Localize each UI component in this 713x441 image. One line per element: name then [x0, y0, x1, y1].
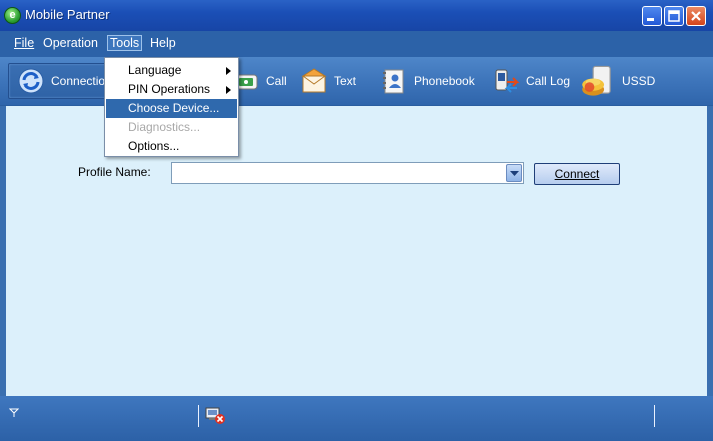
ussd-button[interactable]: USSD	[580, 63, 655, 99]
call-log-label: Call Log	[526, 74, 571, 88]
tools-menu-dropdown: Language PIN Operations Choose Device...…	[104, 57, 239, 157]
ussd-label: USSD	[622, 74, 656, 88]
text-button[interactable]: Text	[300, 63, 356, 99]
phonebook-button[interactable]: Phonebook	[380, 63, 475, 99]
signal-strength-icon	[9, 408, 19, 417]
menu-bar: File Operation Tools Help	[0, 31, 713, 57]
menu-item-choose-device[interactable]: Choose Device...	[106, 99, 237, 118]
menu-item-label: PIN Operations	[128, 82, 211, 96]
envelope-icon	[301, 68, 327, 93]
menu-item-label: Choose Device...	[128, 101, 220, 115]
chevron-down-icon	[510, 171, 519, 176]
menu-item-label: Diagnostics...	[128, 120, 201, 134]
profile-dropdown-button[interactable]	[506, 164, 522, 182]
call-log-icon	[495, 69, 520, 93]
menu-item-diagnostics: Diagnostics...	[106, 118, 237, 137]
menu-item-language[interactable]: Language	[106, 61, 237, 80]
mobile-partner-window: e Mobile Partner File Operation Tools He…	[0, 0, 713, 441]
status-separator	[198, 405, 199, 427]
close-button[interactable]	[686, 6, 706, 26]
connect-button-label: Connect	[554, 167, 600, 181]
menu-item-label: Options...	[128, 139, 180, 153]
chevron-right-icon	[226, 86, 231, 94]
ussd-icon	[582, 65, 611, 96]
title-bar[interactable]: e Mobile Partner	[0, 0, 713, 32]
profile-name-label: Profile Name:	[78, 165, 151, 179]
status-bar	[0, 396, 713, 441]
maximize-icon	[668, 10, 680, 22]
profile-name-select[interactable]	[171, 162, 524, 184]
phonebook-icon	[383, 69, 404, 94]
window-title: Mobile Partner	[25, 7, 110, 22]
phonebook-label: Phonebook	[414, 74, 475, 88]
connect-button[interactable]: Connect	[534, 163, 620, 185]
menu-item-pin-operations[interactable]: PIN Operations	[106, 80, 237, 99]
menu-operation[interactable]: Operation	[40, 35, 101, 51]
connection-icon	[18, 68, 44, 94]
chevron-right-icon	[226, 67, 231, 75]
mobile-partner-logo-icon: e	[4, 7, 21, 24]
status-separator	[654, 405, 655, 427]
minimize-button[interactable]	[642, 6, 662, 26]
minimize-icon	[647, 18, 654, 21]
call-label: Call	[266, 74, 287, 88]
text-label: Text	[334, 74, 357, 88]
menu-file[interactable]: File	[11, 35, 37, 51]
call-button[interactable]: Call	[232, 63, 287, 99]
menu-item-options[interactable]: Options...	[106, 137, 237, 156]
call-log-button[interactable]: Call Log	[492, 63, 570, 99]
device-disconnected-icon	[205, 407, 225, 424]
close-icon	[691, 11, 701, 21]
maximize-button[interactable]	[664, 6, 684, 26]
connection-label: Connection	[51, 74, 112, 88]
menu-help[interactable]: Help	[147, 35, 179, 51]
menu-tools[interactable]: Tools	[107, 35, 143, 51]
menu-item-label: Language	[128, 63, 182, 77]
